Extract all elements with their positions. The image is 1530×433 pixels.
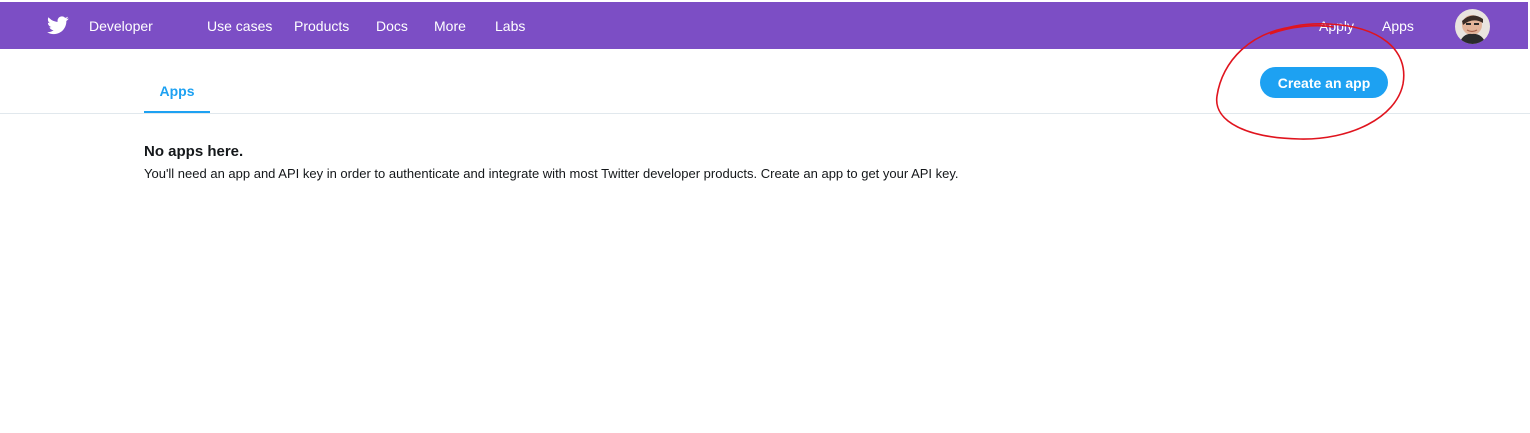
avatar-photo-icon bbox=[1455, 9, 1490, 44]
tab-apps-label: Apps bbox=[159, 83, 195, 99]
nav-products[interactable]: Products bbox=[294, 18, 349, 34]
nav-docs[interactable]: Docs bbox=[376, 18, 408, 34]
nav-more[interactable]: More bbox=[434, 18, 466, 34]
create-app-button[interactable]: Create an app bbox=[1260, 67, 1388, 98]
twitter-bird-icon[interactable] bbox=[47, 16, 69, 35]
top-navigation-bar: Developer Use cases Products Docs More L… bbox=[0, 2, 1528, 49]
nav-labs[interactable]: Labs bbox=[495, 18, 525, 34]
tab-apps[interactable]: Apps bbox=[144, 49, 210, 113]
page: Developer Use cases Products Docs More L… bbox=[0, 0, 1530, 433]
nav-use-cases[interactable]: Use cases bbox=[207, 18, 272, 34]
empty-state-description: You'll need an app and API key in order … bbox=[144, 166, 959, 181]
nav-apply[interactable]: Apply bbox=[1319, 18, 1354, 34]
nav-apps[interactable]: Apps bbox=[1382, 18, 1414, 34]
developer-brand-link[interactable]: Developer bbox=[89, 18, 153, 34]
user-avatar[interactable] bbox=[1455, 9, 1490, 44]
sub-header: Apps Create an app bbox=[0, 49, 1530, 114]
empty-state-title: No apps here. bbox=[144, 143, 244, 160]
